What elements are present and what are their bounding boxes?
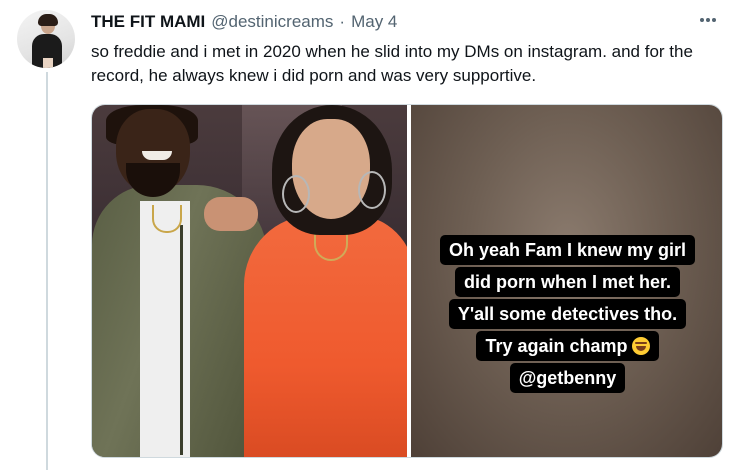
story-screenshot[interactable]: Oh yeah Fam I knew my girl did porn when… (411, 105, 722, 457)
more-options-icon[interactable] (696, 10, 720, 30)
thread-line (46, 72, 48, 470)
separator-dot: · (339, 12, 346, 31)
tweet-text: so freddie and i met in 2020 when he sli… (91, 42, 693, 85)
caption-line-4: Try again champ (476, 331, 659, 361)
caption-line-3: Y'all some detectives tho. (448, 299, 687, 329)
caption-line-5: @getbenny (509, 363, 626, 393)
caption-line-1: Oh yeah Fam I knew my girl (439, 235, 696, 265)
caption-line-2: did porn when I met her. (454, 267, 681, 297)
caption-line-4-text: Try again champ (485, 336, 628, 356)
tweet-media[interactable]: Oh yeah Fam I knew my girl did porn when… (91, 104, 723, 458)
tweet-header: THE FIT MAMI @destinicreams · May 4 (91, 12, 397, 34)
couple-photo[interactable] (92, 105, 407, 457)
laughing-crying-emoji-icon (631, 337, 650, 355)
author-display-name[interactable]: THE FIT MAMI (91, 12, 205, 32)
author-handle[interactable]: @destinicreams (211, 12, 333, 32)
story-caption: Oh yeah Fam I knew my girl did porn when… (411, 235, 722, 393)
avatar[interactable] (17, 10, 75, 68)
tweet-date[interactable]: May 4 (351, 12, 397, 32)
